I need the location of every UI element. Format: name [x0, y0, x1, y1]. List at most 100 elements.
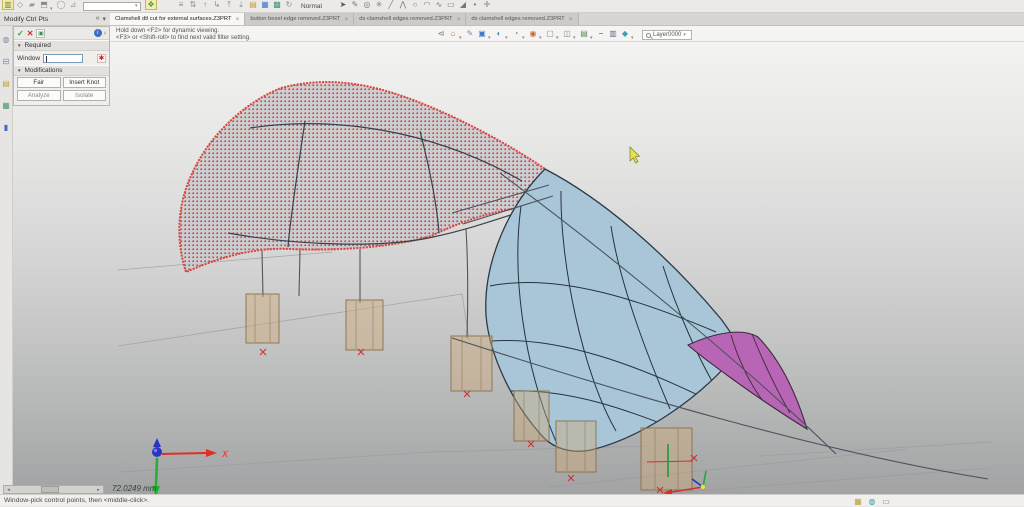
- view-toolbar: ⊲⌂▾✎▣▾◐▾◔▾◉▾▢▾◫▾▤▾−▥◆▾ Layer0000 ▾: [435, 28, 692, 42]
- scroll-left-arrow[interactable]: ◂: [4, 487, 13, 493]
- required-marker-icon[interactable]: ✱: [97, 54, 106, 63]
- rectangle-tool-icon[interactable]: ▭: [445, 0, 457, 10]
- point-cloud-surface[interactable]: [179, 82, 549, 272]
- plane-display-icon[interactable]: ▢: [544, 28, 556, 39]
- refresh-view-icon[interactable]: ↻: [283, 0, 295, 10]
- control-box[interactable]: [514, 391, 549, 441]
- insert-below-icon[interactable]: ⤓: [235, 0, 247, 10]
- line-tool-icon[interactable]: ╱: [385, 0, 397, 10]
- move-up-icon[interactable]: ↑: [199, 0, 211, 10]
- window-field-row: Window ✱: [14, 51, 109, 65]
- control-box[interactable]: [246, 294, 279, 343]
- apply-button[interactable]: ▣: [36, 29, 45, 38]
- document-tab[interactable]: button bezel edge removed.Z3PRT×: [245, 13, 354, 25]
- layer-selector[interactable]: Layer0000 ▾: [642, 30, 692, 40]
- assembly-tree-icon[interactable]: ⊟: [1, 56, 12, 67]
- grid-toggle-icon[interactable]: ▦: [853, 496, 863, 507]
- section-view-icon[interactable]: ◫: [561, 28, 573, 39]
- control-box[interactable]: [346, 300, 383, 350]
- tab-close-icon[interactable]: ×: [344, 16, 348, 23]
- horizontal-scrollbar[interactable]: ◂ ▸: [3, 485, 104, 494]
- arc-tool-icon[interactable]: ◠: [421, 0, 433, 10]
- shading-mode-icon[interactable]: ▣: [476, 28, 488, 39]
- hide-entity-icon[interactable]: −: [595, 28, 607, 39]
- modifications-section-header[interactable]: ▼ Modifications: [14, 65, 109, 76]
- home-view-icon[interactable]: ⌂: [447, 28, 459, 39]
- folder-manager-icon[interactable]: ▤: [1, 78, 12, 89]
- snapshot-icon[interactable]: ▦: [259, 0, 271, 10]
- sort-order-icon[interactable]: ⇅: [187, 0, 199, 10]
- info-icon[interactable]: i: [94, 29, 102, 37]
- scrollbar-track[interactable]: [13, 486, 94, 493]
- window-label: Window: [17, 55, 40, 62]
- document-tab[interactable]: ds clamshell edges removed.Z3PRT ×: [466, 13, 578, 25]
- tab-close-icon[interactable]: ×: [569, 16, 573, 23]
- chevron-down-icon: ▾: [135, 3, 140, 9]
- view-orient-icon[interactable]: ⬒: [38, 0, 50, 10]
- point-tool-icon[interactable]: •: [469, 0, 481, 10]
- control-box[interactable]: [641, 428, 692, 490]
- list-view-icon[interactable]: ≡: [175, 0, 187, 10]
- entity-filter-icon[interactable]: ❖: [145, 0, 157, 10]
- analyze-button[interactable]: Analyze: [17, 90, 61, 101]
- dialog-title: Modify Ctrl Pts: [4, 16, 48, 23]
- window-input[interactable]: [43, 54, 83, 63]
- role-manager-icon[interactable]: ▮: [1, 122, 12, 133]
- redline-pen-icon[interactable]: ✎: [464, 28, 476, 39]
- chamfer-tool-icon[interactable]: ◢: [457, 0, 469, 10]
- sketch-pen-icon[interactable]: ✎: [349, 0, 361, 10]
- wireframe-mode-icon[interactable]: ◇: [14, 0, 26, 10]
- step-forward-icon[interactable]: ↳: [211, 0, 223, 10]
- collapse-triangle-icon: ▼: [17, 43, 21, 48]
- document-tab[interactable]: Clamshell dtl cut for external surfaces.…: [110, 13, 245, 25]
- ok-button[interactable]: ✓: [17, 29, 24, 38]
- tab-close-icon[interactable]: ×: [457, 16, 461, 23]
- zoom-circle-icon[interactable]: ◯: [55, 0, 67, 10]
- snap-star-icon[interactable]: ✳: [373, 0, 385, 10]
- open-folder-icon[interactable]: ▤: [247, 0, 259, 10]
- viewport-canvas[interactable]: X: [0, 42, 1024, 494]
- select-arrow-icon[interactable]: ➤: [337, 0, 349, 10]
- expand-icon[interactable]: ›: [104, 30, 106, 37]
- x-axis-label: X: [221, 449, 229, 459]
- spline-tool-icon[interactable]: ∿: [433, 0, 445, 10]
- scrollbar-thumb[interactable]: [41, 486, 59, 493]
- isolate-button[interactable]: Isolate: [63, 90, 107, 101]
- cancel-button[interactable]: ✕: [27, 29, 34, 38]
- render-image-icon[interactable]: ▩: [271, 0, 283, 10]
- quarter-view-icon[interactable]: ◔: [510, 28, 522, 39]
- tab-label: Clamshell dtl cut for external surfaces.…: [115, 16, 232, 22]
- highlight-mode-icon[interactable]: ◉: [527, 28, 539, 39]
- gem-display-icon[interactable]: ◆: [619, 28, 631, 39]
- shaded-mode-icon[interactable]: ▰: [26, 0, 38, 10]
- circle-tool-icon[interactable]: ○: [409, 0, 421, 10]
- display-monitor-icon[interactable]: ▭: [881, 496, 891, 507]
- polyline-tool-icon[interactable]: ⋀: [397, 0, 409, 10]
- tab-close-icon[interactable]: ×: [236, 16, 240, 23]
- control-box[interactable]: [556, 421, 596, 472]
- grid-display-icon[interactable]: ▤: [578, 28, 590, 39]
- view-manager-icon[interactable]: ◍: [1, 34, 12, 45]
- world-view-icon[interactable]: ◍: [867, 496, 877, 507]
- viewport[interactable]: X: [0, 42, 1024, 494]
- fair-button[interactable]: Fair: [17, 77, 61, 88]
- visual-manager-icon[interactable]: ▦: [1, 100, 12, 111]
- table-display-icon[interactable]: ▥: [607, 28, 619, 39]
- target-point-icon[interactable]: ◎: [361, 0, 373, 10]
- chevron-down-icon: ▾: [683, 32, 688, 39]
- measure-icon[interactable]: ⊿: [67, 0, 79, 10]
- exit-view-icon[interactable]: ⊲: [435, 28, 447, 39]
- quick-filter-combobox[interactable]: ▾: [83, 2, 141, 11]
- insert-above-icon[interactable]: ⤒: [223, 0, 235, 10]
- panel-collapse-icon[interactable]: «: [96, 15, 100, 23]
- half-shade-icon[interactable]: ◐: [493, 28, 505, 39]
- tab-label: ds clamshell edges removed.Z3PRT: [471, 16, 564, 22]
- plus-tool-icon[interactable]: ✛: [481, 0, 493, 10]
- display-toggle-icon[interactable]: ▥: [2, 0, 14, 10]
- panel-menu-icon[interactable]: ▾: [102, 15, 106, 23]
- required-section-header[interactable]: ▼ Required: [14, 40, 109, 51]
- scroll-right-arrow[interactable]: ▸: [94, 487, 103, 493]
- document-tab[interactable]: ds clamshell edges removed.Z3PRT×: [354, 13, 466, 25]
- side-tab-strip: ◍ ⊟ ▤ ▦ ▮: [0, 26, 13, 494]
- insert-knot-button[interactable]: Insert Knot: [63, 77, 107, 88]
